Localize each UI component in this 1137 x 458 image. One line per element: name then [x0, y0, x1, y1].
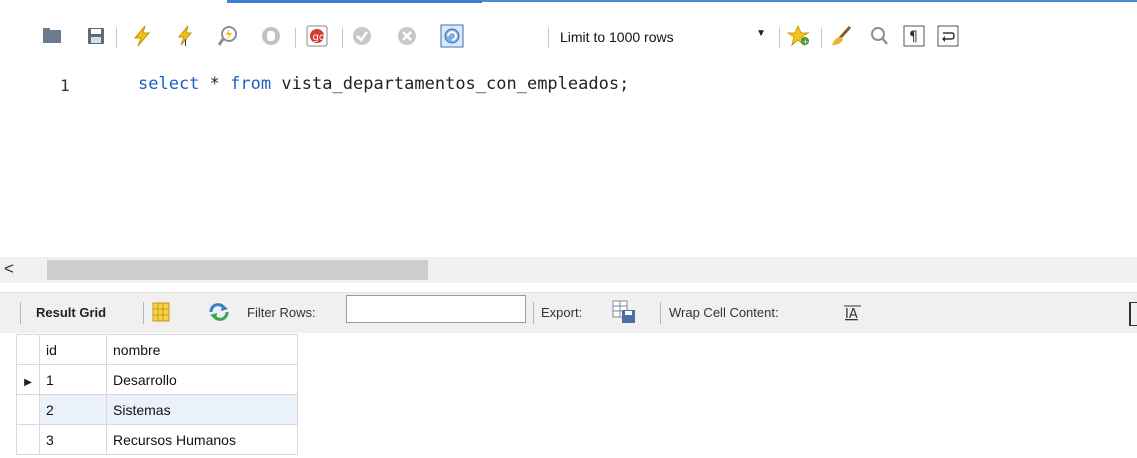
sql-text: vista_departamentos_con_empleados; — [271, 74, 630, 94]
cell-nombre[interactable]: Sistemas — [106, 394, 298, 425]
dropdown-arrow-icon: ▼ — [756, 28, 766, 39]
table-row[interactable]: 3 Recursos Humanos — [16, 424, 298, 455]
limit-rows-value: Limit to 1000 rows — [560, 29, 674, 45]
row-pointer: ▶ — [16, 364, 40, 395]
cell-id[interactable]: 1 — [39, 364, 107, 395]
svg-text:IA: IA — [845, 307, 858, 322]
column-header-nombre[interactable]: nombre — [106, 334, 298, 365]
export-icon[interactable] — [612, 300, 636, 327]
invisible-chars-icon[interactable]: ¶ — [902, 24, 926, 48]
execute-icon[interactable] — [130, 24, 154, 48]
refresh-icon[interactable] — [208, 303, 230, 324]
cell-nombre[interactable]: Desarrollo — [106, 364, 298, 395]
find-icon[interactable] — [867, 24, 891, 48]
execute-current-icon[interactable]: I — [174, 24, 198, 48]
open-folder-icon[interactable] — [40, 24, 64, 48]
export-label: Export: — [541, 305, 583, 320]
sql-editor-toolbar: I go Limit to 1000 rows ▼ + ¶ — [0, 20, 1137, 60]
result-grid: id nombre ▶ 1 Desarrollo 2 Sistemas 3 Re… — [16, 334, 298, 455]
wrap-cell-icon[interactable]: IA — [843, 304, 863, 325]
toolbar-separator — [821, 28, 822, 48]
row-header-corner — [16, 334, 40, 365]
toolbar-separator — [533, 302, 534, 324]
table-row[interactable]: 2 Sistemas — [16, 394, 298, 425]
toolbar-separator — [779, 28, 780, 48]
panel-edge — [1129, 302, 1137, 326]
filter-rows-input[interactable] — [346, 295, 526, 323]
toolbar-separator — [20, 302, 21, 324]
column-header-id[interactable]: id — [39, 334, 107, 365]
current-row-icon: ▶ — [24, 376, 32, 388]
grid-header-row: id nombre — [16, 334, 298, 365]
row-pointer — [16, 424, 40, 455]
line-number: 1 — [60, 76, 70, 95]
cell-nombre[interactable]: Recursos Humanos — [106, 424, 298, 455]
toolbar-separator — [342, 28, 343, 48]
toggle-error-icon[interactable]: go — [305, 24, 329, 48]
result-grid-tab[interactable]: Result Grid — [36, 305, 106, 320]
result-toolbar: Result Grid Filter Rows: Export: Wrap Ce… — [0, 292, 1137, 333]
grid-layout-icon[interactable] — [152, 302, 170, 325]
sql-keyword: select — [138, 74, 200, 94]
explain-icon[interactable] — [216, 24, 240, 48]
svg-text:¶: ¶ — [909, 29, 918, 45]
cell-id[interactable]: 3 — [39, 424, 107, 455]
sql-editor[interactable]: 1 select * from vista_departamentos_con_… — [0, 62, 1137, 257]
limit-rows-select[interactable]: Limit to 1000 rows ▼ — [556, 28, 771, 48]
tab-line — [482, 0, 1137, 2]
cell-id[interactable]: 2 — [39, 394, 107, 425]
scroll-left-icon[interactable]: < — [4, 259, 14, 279]
table-row[interactable]: ▶ 1 Desarrollo — [16, 364, 298, 395]
filter-rows-label: Filter Rows: — [247, 305, 316, 320]
save-icon[interactable] — [84, 24, 108, 48]
beautify-icon[interactable] — [830, 24, 854, 48]
svg-text:go: go — [313, 32, 325, 43]
autocommit-icon[interactable] — [440, 24, 464, 48]
sql-query-line[interactable]: select * from vista_departamentos_con_em… — [138, 74, 629, 94]
svg-text:I: I — [184, 38, 187, 47]
rollback-icon[interactable] — [395, 24, 419, 48]
scrollbar-thumb[interactable] — [47, 260, 428, 280]
toolbar-separator — [143, 302, 144, 324]
toolbar-separator — [116, 28, 117, 48]
word-wrap-icon[interactable] — [936, 24, 960, 48]
commit-icon[interactable] — [350, 24, 374, 48]
wrap-cell-content-label: Wrap Cell Content: — [669, 305, 779, 320]
horizontal-scrollbar[interactable]: < — [0, 257, 1137, 283]
toolbar-separator — [548, 28, 549, 48]
sql-keyword: from — [230, 74, 272, 94]
stop-icon[interactable] — [259, 24, 283, 48]
sql-text: * — [199, 74, 231, 94]
tab-accent-bar — [227, 0, 482, 3]
svg-text:+: + — [803, 38, 809, 46]
toolbar-separator — [295, 28, 296, 48]
toolbar-separator — [660, 302, 661, 324]
row-pointer — [16, 394, 40, 425]
add-snippet-icon[interactable]: + — [787, 24, 811, 48]
